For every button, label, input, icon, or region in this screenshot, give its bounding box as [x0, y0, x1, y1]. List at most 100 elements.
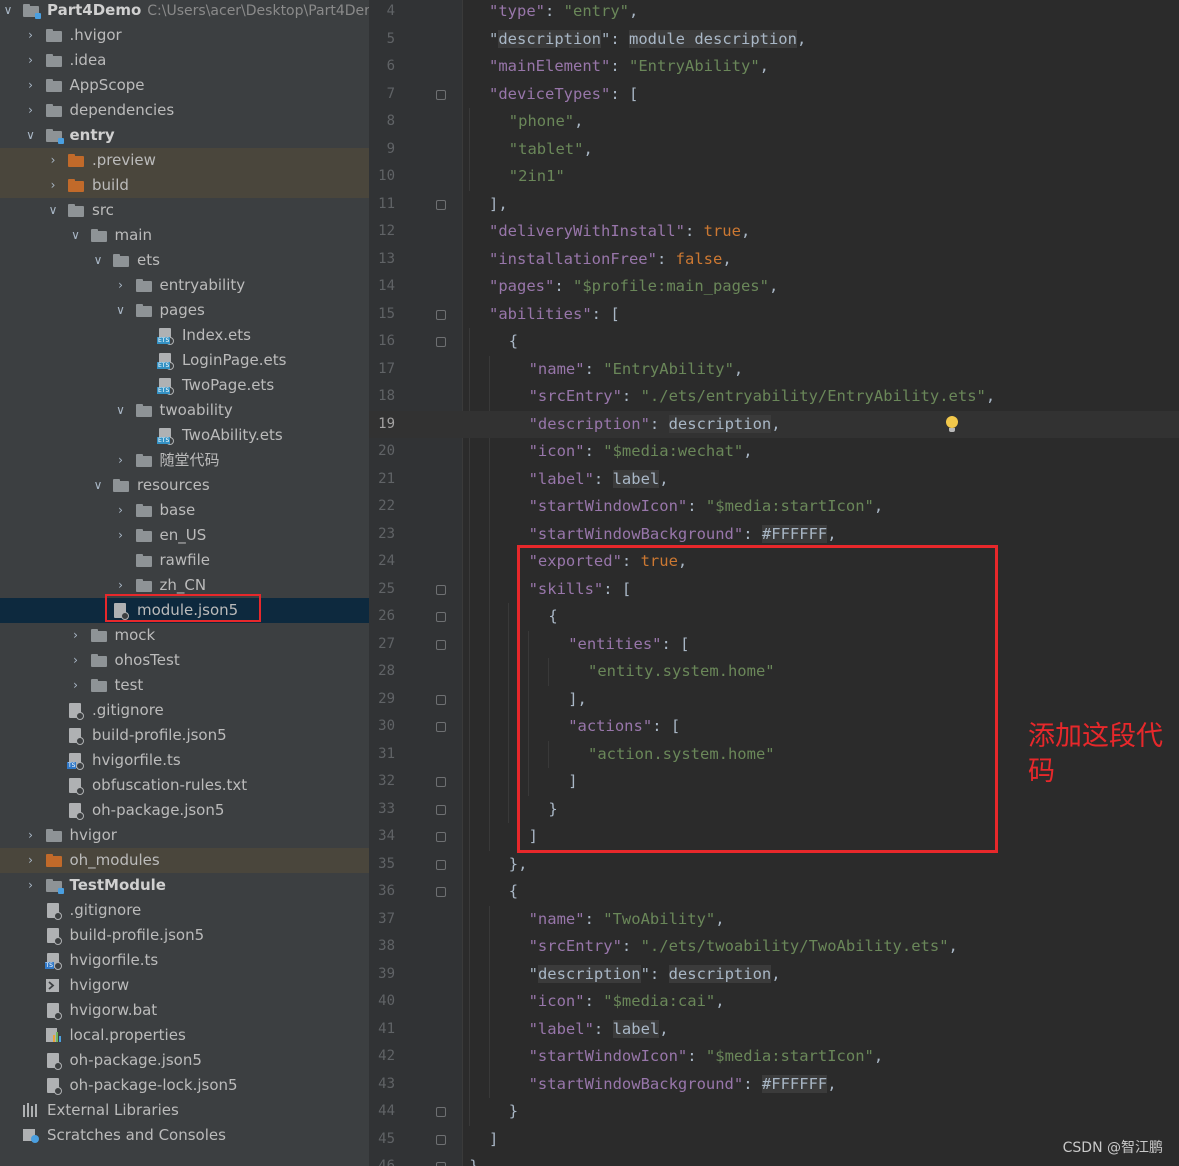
fold-marker-icon[interactable]: [436, 89, 446, 100]
tree-item[interactable]: › AppScope: [0, 73, 369, 98]
code-line[interactable]: 5 "description": module description,: [369, 26, 1179, 54]
code-line[interactable]: 17 "name": "EntryAbility",: [369, 356, 1179, 384]
tree-item[interactable]: oh-package-lock.json5: [0, 1073, 369, 1098]
code-line[interactable]: 18 "srcEntry": "./ets/entryability/EntryA…: [369, 383, 1179, 411]
code-line[interactable]: 42 "startWindowIcon": "$media:startIcon",: [369, 1043, 1179, 1071]
tree-item[interactable]: TS hvigorfile.ts: [0, 748, 369, 773]
tree-item[interactable]: local.properties: [0, 1023, 369, 1048]
code-line[interactable]: 44}: [369, 1098, 1179, 1126]
code-line[interactable]: 16 {: [369, 328, 1179, 356]
tree-item[interactable]: ETS Index.ets: [0, 323, 369, 348]
chevron-right-icon[interactable]: ›: [23, 48, 39, 73]
code-line[interactable]: 38 "srcEntry": "./ets/twoability/TwoAbili…: [369, 933, 1179, 961]
tree-item[interactable]: › hvigor: [0, 823, 369, 848]
tree-item[interactable]: build-profile.json5: [0, 923, 369, 948]
tree-item[interactable]: build-profile.json5: [0, 723, 369, 748]
code-line[interactable]: 20 "icon": "$media:wechat",: [369, 438, 1179, 466]
tree-item[interactable]: › en_US: [0, 523, 369, 548]
code-line[interactable]: 43 "startWindowBackground": #FFFFFF,: [369, 1071, 1179, 1099]
fold-marker-icon[interactable]: [436, 612, 446, 622]
fold-marker-icon[interactable]: [436, 859, 446, 870]
code-line[interactable]: 12 "deliveryWithInstall": true,: [369, 218, 1179, 246]
tree-item[interactable]: ∨ twoability: [0, 398, 369, 423]
code-line[interactable]: 8 "phone",: [369, 108, 1179, 136]
chevron-right-icon[interactable]: ›: [68, 623, 84, 648]
tree-item[interactable]: › 随堂代码: [0, 448, 369, 473]
chevron-right-icon[interactable]: ›: [68, 673, 84, 698]
tree-item[interactable]: › build: [0, 173, 369, 198]
code-line[interactable]: 9 "tablet",: [369, 136, 1179, 164]
fold-marker-icon[interactable]: [436, 309, 446, 320]
tree-item[interactable]: hvigorw.bat: [0, 998, 369, 1023]
tree-item[interactable]: ∨ Part4Demo C:\Users\acer\Desktop\Part4Der: [0, 0, 369, 23]
chevron-down-icon[interactable]: ∨: [90, 473, 106, 498]
code-line[interactable]: 10 "2in1": [369, 163, 1179, 191]
code-line[interactable]: 46}: [369, 1153, 1179, 1166]
fold-marker-icon[interactable]: [436, 777, 446, 787]
fold-marker-icon[interactable]: [436, 804, 446, 815]
tree-item[interactable]: ETS TwoPage.ets: [0, 373, 369, 398]
tree-item[interactable]: Scratches and Consoles: [0, 1123, 369, 1148]
tree-item[interactable]: › TestModule: [0, 873, 369, 898]
fold-marker-icon[interactable]: [436, 887, 446, 897]
chevron-right-icon[interactable]: ›: [45, 148, 61, 173]
chevron-right-icon[interactable]: ›: [113, 523, 129, 548]
tree-item[interactable]: .gitignore: [0, 898, 369, 923]
tree-item[interactable]: ∨ entry: [0, 123, 369, 148]
tree-item[interactable]: › entryability: [0, 273, 369, 298]
code-line[interactable]: 13 "installationFree": false,: [369, 246, 1179, 274]
chevron-down-icon[interactable]: ∨: [23, 123, 39, 148]
fold-marker-icon[interactable]: [436, 1107, 446, 1117]
tree-item[interactable]: › dependencies: [0, 98, 369, 123]
chevron-down-icon[interactable]: ∨: [90, 248, 106, 273]
tree-item[interactable]: ∨ main: [0, 223, 369, 248]
chevron-down-icon[interactable]: ∨: [68, 223, 84, 248]
chevron-right-icon[interactable]: ›: [45, 173, 61, 198]
code-line[interactable]: 39 "description": description,: [369, 961, 1179, 989]
tree-item[interactable]: › .idea: [0, 48, 369, 73]
tree-item[interactable]: obfuscation-rules.txt: [0, 773, 369, 798]
code-line[interactable]: 37 "name": "TwoAbility",: [369, 906, 1179, 934]
chevron-right-icon[interactable]: ›: [23, 73, 39, 98]
chevron-right-icon[interactable]: ›: [113, 273, 129, 298]
tree-item[interactable]: .gitignore: [0, 698, 369, 723]
tree-item[interactable]: oh-package.json5: [0, 798, 369, 823]
chevron-right-icon[interactable]: ›: [23, 873, 39, 898]
tree-item[interactable]: › mock: [0, 623, 369, 648]
tree-item[interactable]: ∨ pages: [0, 298, 369, 323]
code-line[interactable]: 15 "abilities": [: [369, 301, 1179, 329]
code-line[interactable]: 6 "mainElement": "EntryAbility",: [369, 53, 1179, 81]
chevron-down-icon[interactable]: ∨: [113, 398, 129, 423]
lightbulb-icon[interactable]: [946, 415, 958, 432]
code-line[interactable]: 19 "description": description,: [369, 410, 1179, 438]
code-line[interactable]: 4 "type": "entry",: [369, 0, 1179, 26]
tree-item[interactable]: External Libraries: [0, 1098, 369, 1123]
code-line[interactable]: 41 "label": label,: [369, 1016, 1179, 1044]
code-line[interactable]: 23 "startWindowBackground": #FFFFFF,: [369, 521, 1179, 549]
code-line[interactable]: 45]: [369, 1126, 1179, 1154]
fold-marker-icon[interactable]: [436, 1162, 446, 1166]
code-line[interactable]: 40 "icon": "$media:cai",: [369, 988, 1179, 1016]
chevron-right-icon[interactable]: ›: [23, 23, 39, 48]
fold-marker-icon[interactable]: [436, 722, 446, 732]
code-line[interactable]: 14 "pages": "$profile:main_pages",: [369, 273, 1179, 301]
tree-item[interactable]: ∨ src: [0, 198, 369, 223]
tree-item[interactable]: ∨ resources: [0, 473, 369, 498]
fold-marker-icon[interactable]: [436, 694, 446, 705]
tree-item[interactable]: › oh_modules: [0, 848, 369, 873]
fold-marker-icon[interactable]: [436, 199, 446, 210]
tree-item[interactable]: hvigorw: [0, 973, 369, 998]
tree-item[interactable]: oh-package.json5: [0, 1048, 369, 1073]
tree-item[interactable]: ETS LoginPage.ets: [0, 348, 369, 373]
fold-marker-icon[interactable]: [436, 832, 446, 842]
code-line[interactable]: 22 "startWindowIcon": "$media:startIcon",: [369, 493, 1179, 521]
code-line[interactable]: 7 "deviceTypes": [: [369, 81, 1179, 109]
tree-item[interactable]: rawfile: [0, 548, 369, 573]
chevron-right-icon[interactable]: ›: [68, 648, 84, 673]
chevron-right-icon[interactable]: ›: [23, 823, 39, 848]
tree-item[interactable]: › test: [0, 673, 369, 698]
chevron-right-icon[interactable]: ›: [23, 848, 39, 873]
fold-marker-icon[interactable]: [436, 584, 446, 595]
fold-marker-icon[interactable]: [436, 1134, 446, 1145]
tree-item[interactable]: › .preview: [0, 148, 369, 173]
